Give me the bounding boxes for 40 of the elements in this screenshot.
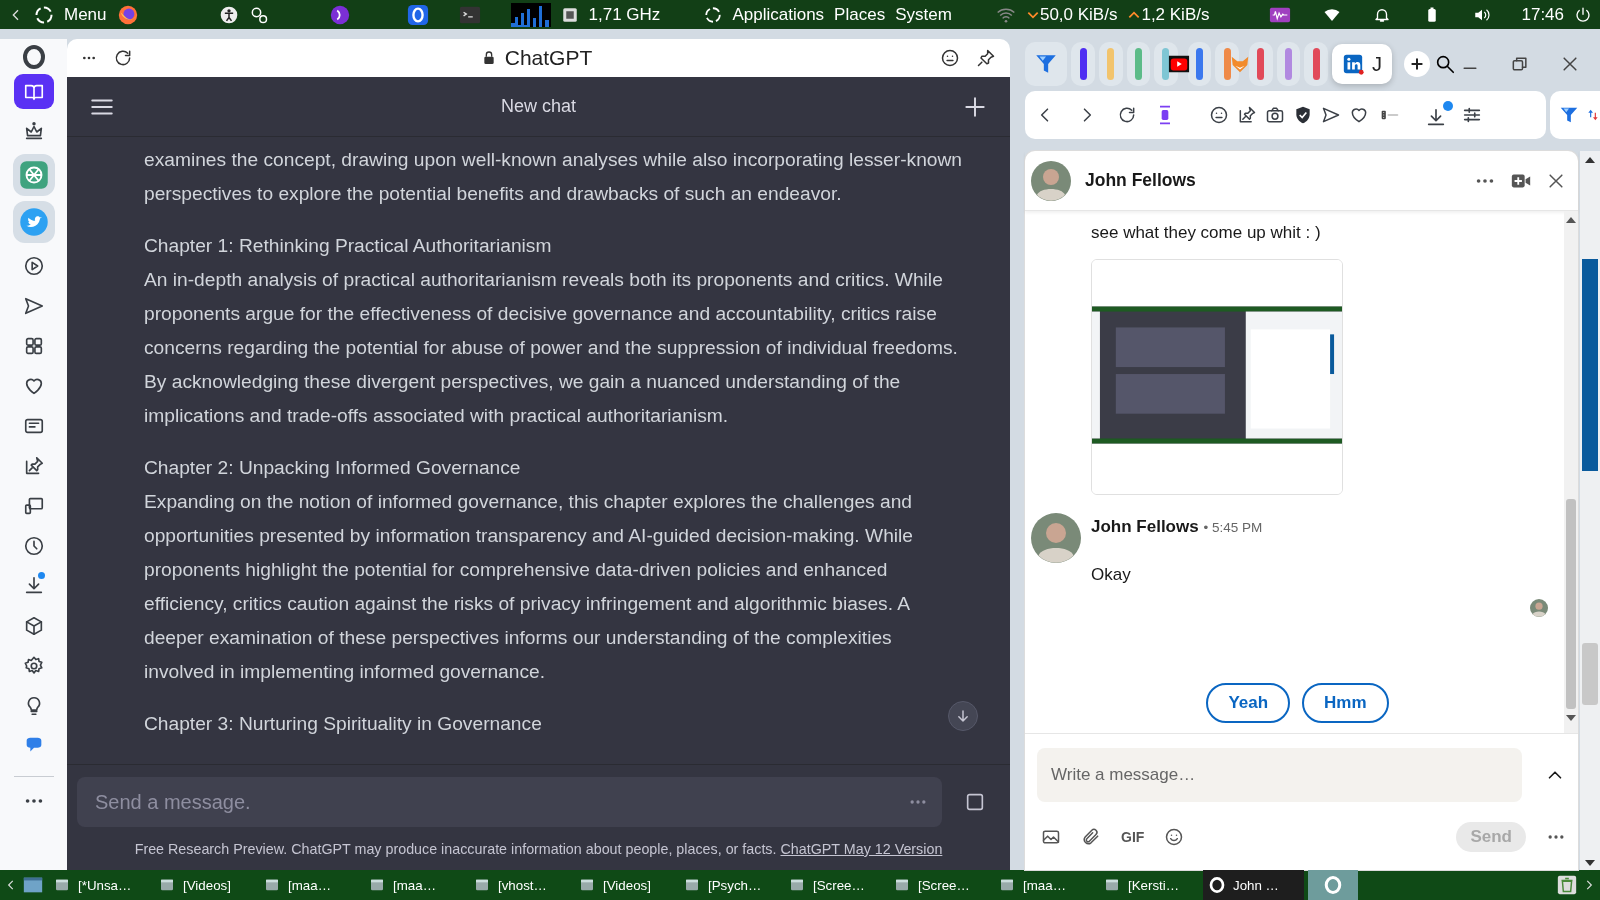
paragraph: Expanding on the notion of informed governance, this chapter explores the challenges and opportunities presented by information transparency and AI-guided decision-making. While proponents highlight the potential for comprehensive data-driven policies and enhanced efficiency, critics caution against the risks of privacy infringement and algorithmic biases. A deeper examination of these perspectives informs our understanding of the complexities involved in implementing informed governance. — [144, 490, 914, 684]
taskbar-item[interactable]: [Videos] — [573, 870, 674, 900]
menu-label[interactable]: Menu — [64, 4, 107, 25]
paragraph: examines the concept, drawing upon well-known analyses while also incorporating lesser-known perspectives to explore the potential benefits and drawbacks of such an endeavor. — [144, 148, 964, 206]
taskbar-item[interactable]: [Scree… — [888, 870, 989, 900]
sender-name[interactable]: John Fellows • 5:45 PM — [1091, 517, 1263, 537]
quick-reply-button[interactable]: Yeah — [1206, 683, 1291, 723]
panel-menu[interactable]: Applications — [732, 4, 825, 25]
message-input[interactable]: Write a message… — [1037, 748, 1522, 802]
contact-name[interactable]: John Fellows — [1085, 170, 1460, 191]
chat-title: New chat — [499, 96, 577, 117]
clock[interactable]: 17:46 — [1521, 4, 1564, 25]
taskbar-item[interactable]: [maa… — [363, 870, 464, 900]
tab[interactable]: J — [1332, 44, 1392, 84]
taskbar-item[interactable]: John … — [1203, 870, 1304, 900]
taskbar-item[interactable]: [maa… — [993, 870, 1094, 900]
message-text: see what they come up whit : ) — [1091, 222, 1322, 244]
taskbar-item[interactable]: [Psych… — [678, 870, 779, 900]
chapter-heading: Chapter 2: Unpacking Informed Governance — [144, 456, 521, 480]
upload-rate: 1,2 KiB/s — [1141, 4, 1210, 25]
download-rate: 50,0 KiB/s — [1039, 4, 1118, 25]
chapter-heading: Chapter 1: Rethinking Practical Authoritarianism — [144, 234, 552, 258]
cpu-frequency: 1,71 GHz — [588, 4, 661, 25]
disclaimer: Free Research Preview. ChatGPT may produce inaccurate information about people, places, or facts. — [134, 841, 777, 857]
taskbar-item[interactable]: [Videos] — [153, 870, 254, 900]
version-link[interactable]: ChatGPT May 12 Version — [780, 841, 943, 857]
chapter-heading: Chapter 3: Nurturing Spirituality in Governance — [144, 712, 542, 736]
message-text: Okay — [1091, 564, 1132, 586]
panel-menu[interactable]: System — [895, 4, 952, 25]
taskbar-item[interactable]: [Kersti… — [1098, 870, 1199, 900]
taskbar-item[interactable]: [Scree… — [783, 870, 884, 900]
gif-button[interactable]: GIF — [1121, 829, 1145, 845]
taskbar-item[interactable]: [vhost… — [468, 870, 569, 900]
message-input[interactable]: Send a message. — [77, 777, 942, 827]
taskbar-item[interactable]: [*Unsa… — [48, 870, 149, 900]
page-title: ChatGPT — [504, 46, 593, 70]
taskbar-item[interactable]: [maa… — [258, 870, 359, 900]
panel-menu[interactable]: Places — [834, 4, 886, 25]
quick-reply-button[interactable]: Hmm — [1302, 683, 1389, 723]
paragraph: An in-depth analysis of practical authoritarianism reveals both its proponents and critics. While proponents argue for the effectiveness of decisive governance and accountability, critics raise concerns regarding the potential for abuse of power and the suppression of individual freedoms. By acknowledging these divergent perspectives, we gain a nuanced understanding of the implications and trade-offs associated with practical authoritarianism. — [144, 268, 959, 428]
